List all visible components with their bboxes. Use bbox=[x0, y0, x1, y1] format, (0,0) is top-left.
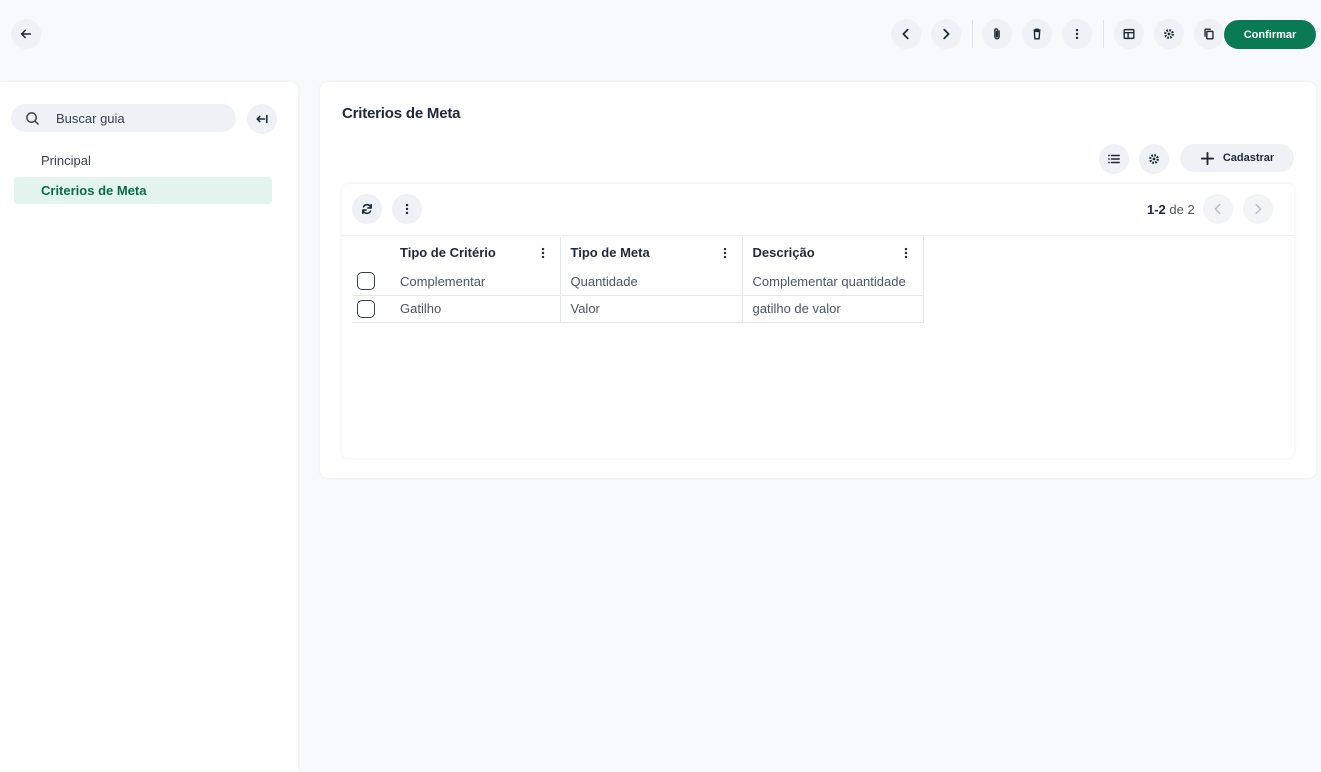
delete-button[interactable] bbox=[1022, 19, 1052, 49]
gear-icon bbox=[1164, 29, 1174, 39]
sidebar: Principal Criterios de Meta bbox=[0, 82, 298, 772]
plus-icon bbox=[1200, 151, 1214, 165]
table-cell: Valor bbox=[560, 295, 743, 323]
column-header-descricao[interactable]: Descrição bbox=[742, 237, 924, 268]
table-cell: Gatilho bbox=[390, 295, 561, 323]
table-header-row: Tipo de Critério Tipo de Meta Descrição bbox=[352, 237, 924, 268]
paperclip-icon bbox=[994, 28, 1000, 40]
gear-icon bbox=[1149, 154, 1159, 164]
cadastrar-label: Cadastrar bbox=[1222, 152, 1275, 164]
row-select-cell bbox=[352, 268, 390, 296]
toolbar-divider bbox=[1103, 20, 1104, 48]
data-grid: 1-2 de 2 Tipo de Critério Tipo de Meta D… bbox=[342, 184, 1294, 458]
select-column-header bbox=[352, 237, 390, 268]
column-menu-icon[interactable] bbox=[899, 246, 913, 260]
table-row[interactable]: Gatilho Valor gatilho de valor bbox=[352, 295, 924, 323]
column-header-label: Tipo de Critério bbox=[400, 245, 496, 260]
sidebar-item-criterios-de-meta[interactable]: Criterios de Meta bbox=[14, 177, 272, 204]
collapse-sidebar-button[interactable] bbox=[247, 104, 277, 134]
previous-page-button[interactable] bbox=[1203, 194, 1233, 224]
refresh-icon bbox=[362, 203, 372, 215]
chevron-left-icon bbox=[902, 28, 909, 40]
table-row[interactable]: Complementar Quantidade Complementar qua… bbox=[352, 268, 924, 296]
more-vertical-icon bbox=[1075, 28, 1079, 40]
pager-range: 1-2 bbox=[1147, 202, 1166, 217]
grid-more-options-button[interactable] bbox=[392, 194, 422, 224]
back-button[interactable] bbox=[11, 19, 41, 49]
list-view-button[interactable] bbox=[1099, 144, 1129, 174]
more-options-button[interactable] bbox=[1062, 19, 1092, 49]
sidebar-item-principal[interactable]: Principal bbox=[14, 147, 272, 174]
column-header-label: Descrição bbox=[752, 245, 815, 260]
chevron-right-icon bbox=[943, 28, 950, 40]
row-checkbox[interactable] bbox=[357, 299, 375, 318]
search-input[interactable] bbox=[56, 110, 216, 126]
chevron-right-icon bbox=[1255, 203, 1262, 215]
row-select-cell bbox=[352, 295, 390, 323]
toolbar-divider bbox=[972, 20, 973, 48]
data-table: Tipo de Critério Tipo de Meta Descrição bbox=[352, 237, 924, 323]
table-cell: Complementar bbox=[390, 268, 561, 296]
refresh-button[interactable] bbox=[352, 194, 382, 224]
collapse-left-icon bbox=[256, 114, 268, 124]
column-header-tipo-de-meta[interactable]: Tipo de Meta bbox=[560, 237, 743, 268]
pager-of: de bbox=[1169, 202, 1184, 217]
previous-record-button[interactable] bbox=[891, 19, 921, 49]
trash-icon bbox=[1033, 28, 1041, 40]
search-icon bbox=[26, 111, 39, 125]
chevron-left-icon bbox=[1214, 203, 1221, 215]
column-menu-icon[interactable] bbox=[536, 246, 550, 260]
more-vertical-icon bbox=[405, 203, 409, 215]
list-icon bbox=[1108, 154, 1120, 164]
next-page-button[interactable] bbox=[1243, 194, 1273, 224]
table-cell: gatilho de valor bbox=[742, 295, 924, 323]
column-header-label: Tipo de Meta bbox=[570, 245, 650, 260]
table-layout-icon bbox=[1123, 28, 1135, 40]
row-checkbox[interactable] bbox=[357, 272, 375, 291]
layout-button[interactable] bbox=[1114, 19, 1144, 49]
search-box[interactable] bbox=[11, 104, 236, 132]
settings-button[interactable] bbox=[1154, 19, 1184, 49]
next-record-button[interactable] bbox=[931, 19, 961, 49]
page-title: Criterios de Meta bbox=[342, 105, 461, 122]
arrow-left-icon bbox=[20, 29, 32, 39]
confirm-button[interactable]: Confirmar bbox=[1224, 20, 1316, 49]
copy-icon bbox=[1204, 28, 1214, 40]
column-menu-icon[interactable] bbox=[718, 246, 732, 260]
duplicate-button[interactable] bbox=[1194, 19, 1224, 49]
pager-total: 2 bbox=[1187, 202, 1195, 217]
table-cell: Complementar quantidade bbox=[742, 268, 924, 296]
attachment-button[interactable] bbox=[982, 19, 1012, 49]
table-cell: Quantidade bbox=[560, 268, 743, 296]
grid-toolbar: 1-2 de 2 bbox=[342, 184, 1294, 236]
grid-settings-button[interactable] bbox=[1139, 144, 1169, 174]
cadastrar-button[interactable]: Cadastrar bbox=[1180, 144, 1294, 172]
pager-count: 1-2 de 2 bbox=[1147, 202, 1195, 217]
main-panel: Criterios de Meta Cadastrar 1-2 de 2 Tip… bbox=[320, 82, 1316, 478]
column-header-tipo-de-criterio[interactable]: Tipo de Critério bbox=[390, 237, 561, 268]
